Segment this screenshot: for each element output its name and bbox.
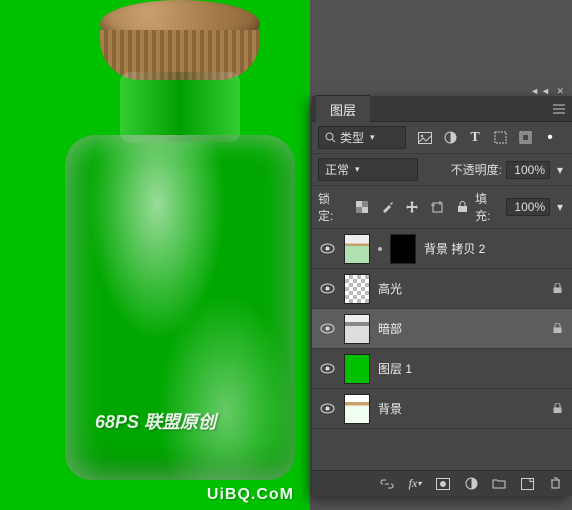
tab-layers[interactable]: 图层 — [316, 95, 370, 123]
layer-thumbnail[interactable] — [344, 274, 370, 304]
watermark-68ps: 68PS 联盟原创 — [95, 408, 216, 434]
panel-bottom-bar: fx▾ — [312, 470, 572, 496]
layer-thumbnail[interactable] — [344, 394, 370, 424]
search-icon — [325, 132, 336, 143]
fill-value: 100% — [514, 200, 545, 214]
lock-label: 锁定: — [318, 190, 345, 224]
layer-row[interactable]: 暗部 — [312, 309, 572, 349]
canvas-background: 68PS 联盟原创 UiBQ.CoM — [0, 0, 310, 510]
layer-name[interactable]: 高光 — [378, 280, 545, 297]
filter-row: 类型 ▾ T • — [312, 122, 572, 154]
layer-row[interactable]: 图层 1 — [312, 349, 572, 389]
layers-panel: ◄◄ ✕ 图层 类型 ▾ T • 正常 ▾ 不透明度: 1 — [312, 96, 572, 496]
watermark-uibq: UiBQ.CoM — [207, 486, 294, 504]
layer-name[interactable]: 暗部 — [378, 320, 545, 337]
chevron-down-icon: ▾ — [355, 164, 360, 175]
blend-row: 正常 ▾ 不透明度: 100% ▾ — [312, 154, 572, 186]
link-layers-icon[interactable] — [378, 475, 396, 493]
layer-row[interactable]: 背景 拷贝 2 — [312, 229, 572, 269]
visibility-eye-icon[interactable] — [318, 280, 336, 298]
filter-toggle-icon[interactable]: • — [541, 129, 559, 147]
lock-icon — [553, 323, 562, 334]
filter-shape-icon[interactable] — [491, 129, 509, 147]
layer-thumbnail[interactable] — [344, 314, 370, 344]
fx-icon[interactable]: fx▾ — [406, 475, 424, 493]
panel-menu-icon[interactable] — [552, 104, 566, 114]
group-icon[interactable] — [490, 475, 508, 493]
mask-link-icon[interactable] — [378, 247, 382, 251]
trash-icon[interactable] — [546, 475, 564, 493]
layer-row[interactable]: 背景 — [312, 389, 572, 429]
chevron-down-icon[interactable]: ▾ — [554, 198, 566, 216]
chevron-down-icon: ▾ — [370, 132, 375, 143]
panel-tabbar: 图层 — [312, 96, 572, 122]
fill-label: 填充: — [475, 190, 502, 224]
filter-adjust-icon[interactable] — [441, 129, 459, 147]
filter-image-icon[interactable] — [416, 129, 434, 147]
filter-type-label: 类型 — [340, 129, 364, 146]
fill-field[interactable]: 100% — [506, 198, 550, 216]
panel-collapse-icons[interactable]: ◄◄ ✕ — [530, 86, 566, 97]
layer-row[interactable]: 高光 — [312, 269, 572, 309]
lock-trans-icon[interactable] — [353, 198, 371, 216]
add-mask-icon[interactable] — [434, 475, 452, 493]
layer-name[interactable]: 图层 1 — [378, 360, 566, 377]
lock-crop-icon[interactable] — [428, 198, 446, 216]
layer-name[interactable]: 背景 拷贝 2 — [424, 240, 566, 257]
lock-icon — [553, 283, 562, 294]
lock-icon — [553, 403, 562, 414]
opacity-label: 不透明度: — [451, 161, 502, 178]
opacity-field[interactable]: 100% — [506, 161, 550, 179]
blend-mode-select[interactable]: 正常 ▾ — [318, 158, 418, 181]
layer-list: 背景 拷贝 2 高光暗部图层 1 背景 — [312, 229, 572, 470]
visibility-eye-icon[interactable] — [318, 360, 336, 378]
lock-row: 锁定: 填充: 100% ▾ — [312, 186, 572, 229]
blend-mode-value: 正常 — [325, 161, 349, 178]
layer-thumbnail[interactable] — [390, 234, 416, 264]
new-layer-icon[interactable] — [518, 475, 536, 493]
layer-thumbnail[interactable] — [344, 354, 370, 384]
visibility-eye-icon[interactable] — [318, 320, 336, 338]
filter-smart-icon[interactable] — [516, 129, 534, 147]
lock-move-icon[interactable] — [403, 198, 421, 216]
visibility-eye-icon[interactable] — [318, 240, 336, 258]
adjustment-layer-icon[interactable] — [462, 475, 480, 493]
visibility-eye-icon[interactable] — [318, 400, 336, 418]
layer-thumbnail[interactable] — [344, 234, 370, 264]
lock-all-icon[interactable] — [453, 198, 471, 216]
chevron-down-icon[interactable]: ▾ — [554, 161, 566, 179]
layer-name[interactable]: 背景 — [378, 400, 545, 417]
filter-type-t-icon[interactable]: T — [466, 129, 484, 147]
filter-type-select[interactable]: 类型 ▾ — [318, 126, 406, 149]
bottle-neck — [120, 72, 240, 142]
lock-brush-icon[interactable] — [378, 198, 396, 216]
opacity-value: 100% — [514, 163, 545, 177]
